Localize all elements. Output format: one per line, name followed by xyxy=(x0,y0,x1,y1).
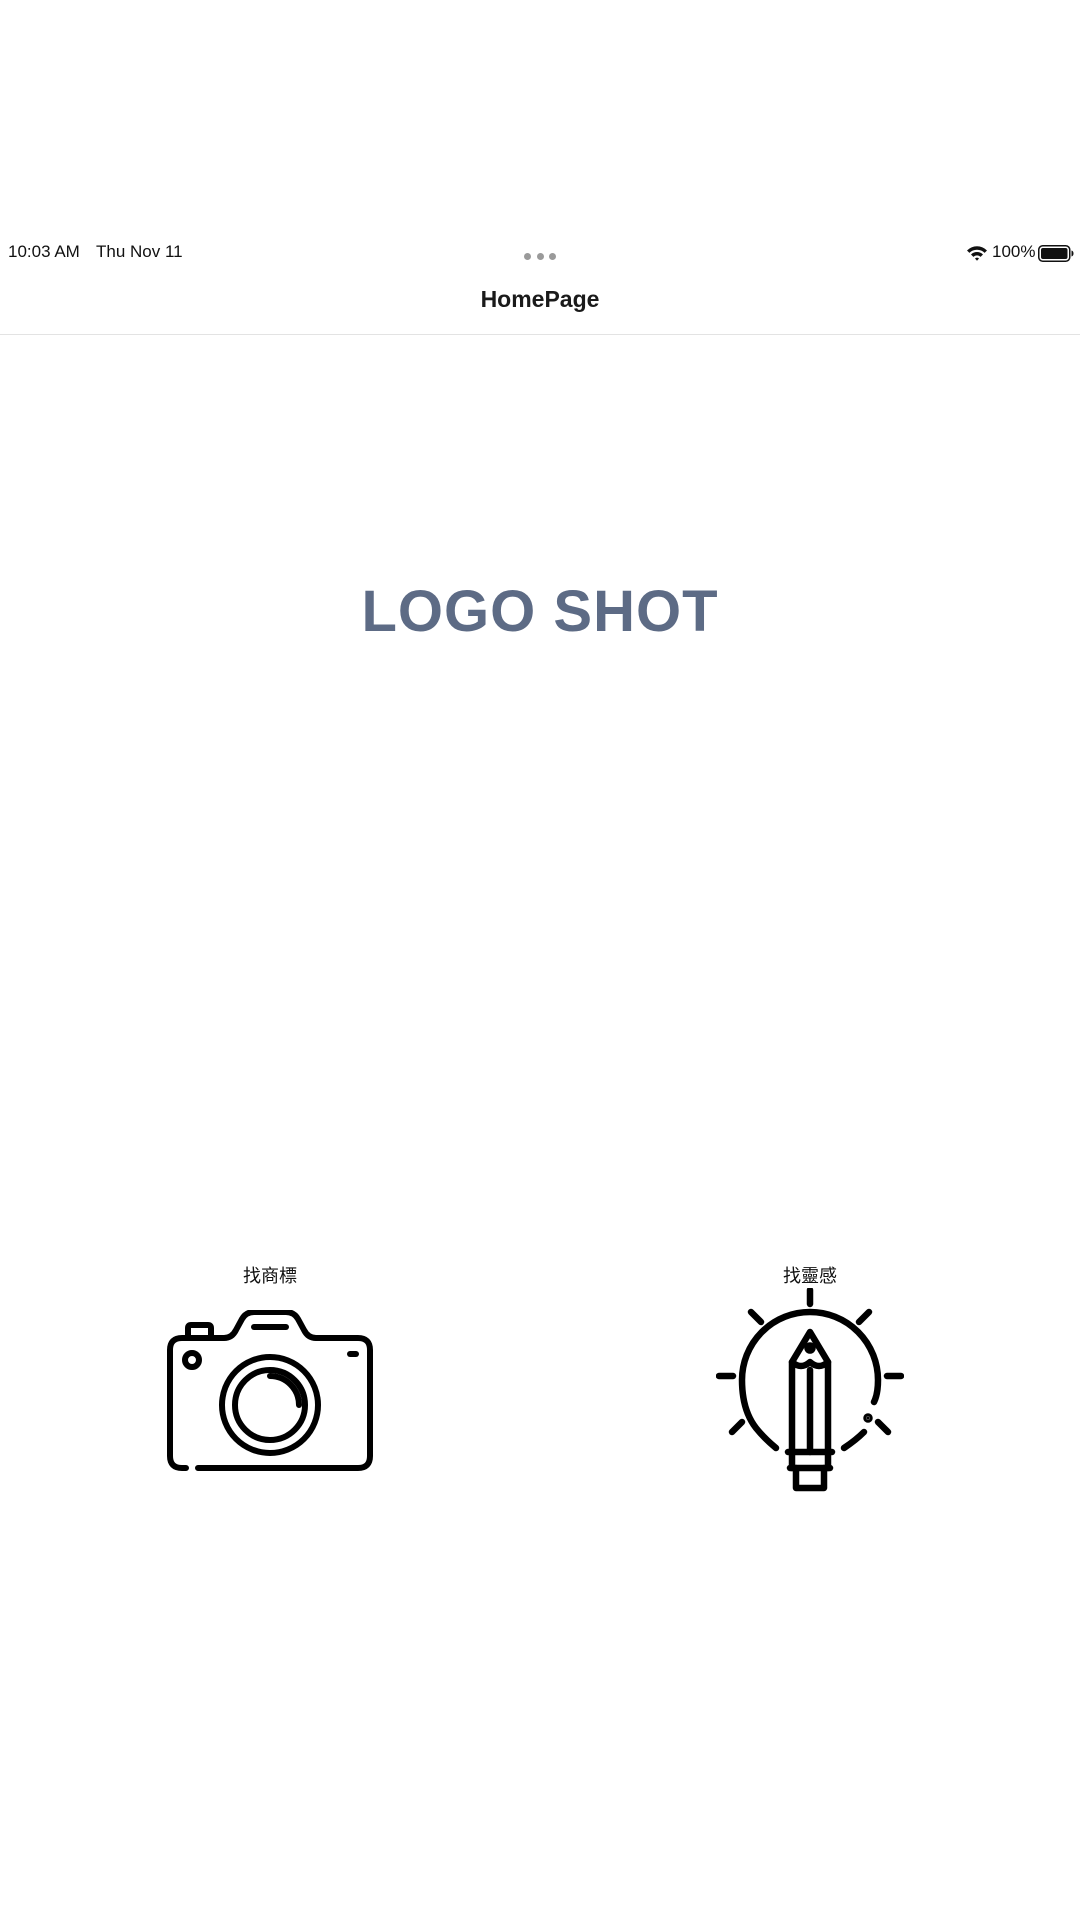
status-time: 10:03 AM xyxy=(8,242,80,261)
battery-icon xyxy=(1038,245,1074,262)
find-inspiration-label: 找靈感 xyxy=(783,1266,837,1286)
wifi-icon xyxy=(967,246,987,261)
multitasking-dots-icon[interactable] xyxy=(524,253,556,261)
battery-percentage: 100% xyxy=(992,242,1036,261)
navigation-bar: HomePage xyxy=(0,270,1080,335)
lightbulb-pencil-icon xyxy=(716,1288,904,1492)
app-logo-title: LOGO SHOT xyxy=(361,579,719,644)
status-bar: 10:03 AM Thu Nov 11 100% xyxy=(0,238,1080,270)
find-logo-button[interactable]: 找商標 xyxy=(160,1262,380,1502)
find-logo-label: 找商標 xyxy=(243,1266,297,1286)
camera-icon xyxy=(167,1310,373,1471)
home-screen: 10:03 AM Thu Nov 11 100% HomePage LOGO S… xyxy=(0,0,1080,1920)
nav-title: HomePage xyxy=(480,286,600,312)
find-inspiration-button[interactable]: 找靈感 xyxy=(700,1262,920,1502)
status-date: Thu Nov 11 xyxy=(96,242,183,261)
